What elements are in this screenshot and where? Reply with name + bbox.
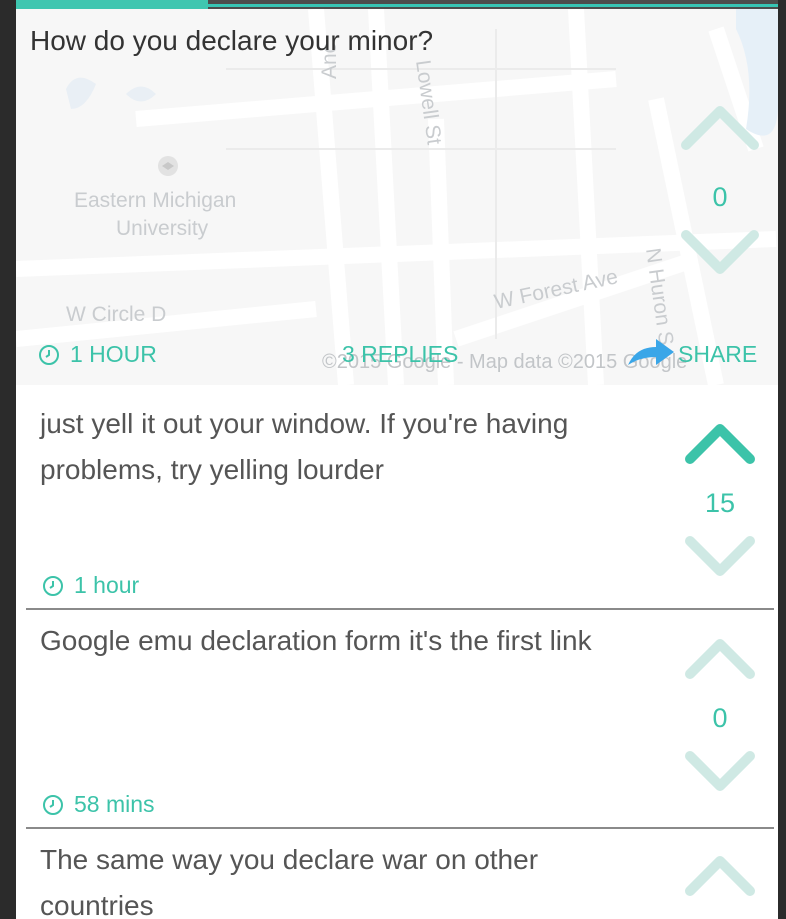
reply-vote-controls: 0 — [680, 636, 760, 797]
reply-item-3[interactable]: The same way you declare war on other co… — [26, 829, 778, 919]
top-bar-accent — [16, 0, 208, 9]
post-time-label: 1 HOUR — [70, 341, 157, 367]
post-vote-count: 0 — [712, 182, 728, 212]
share-arrow-icon — [628, 339, 674, 365]
reply-vote-controls — [680, 853, 760, 902]
reply-vote-controls: 15 — [680, 421, 760, 582]
reply-item-2[interactable]: Google emu declaration form it's the fir… — [26, 610, 778, 828]
upvote-icon[interactable] — [680, 853, 760, 897]
left-edge — [0, 0, 16, 919]
reply-text: just yell it out your window. If you're … — [40, 408, 569, 485]
reply-time: 1 hour — [42, 572, 139, 599]
downvote-icon[interactable] — [680, 227, 760, 277]
top-bar-progress — [208, 4, 778, 7]
reply-vote-count: 15 — [704, 488, 736, 518]
reply-time-label: 58 mins — [74, 791, 155, 817]
downvote-icon[interactable] — [680, 748, 760, 792]
screen: Eastern Michigan University W Circle D W… — [0, 0, 786, 919]
original-post[interactable]: Eastern Michigan University W Circle D W… — [16, 9, 778, 385]
svg-text:University: University — [116, 217, 209, 240]
clock-icon — [43, 575, 63, 596]
upvote-icon[interactable] — [680, 101, 760, 151]
svg-text:Eastern Michigan: Eastern Michigan — [74, 189, 236, 212]
reply-text: The same way you declare war on other co… — [40, 844, 539, 919]
reply-item-1[interactable]: just yell it out your window. If you're … — [26, 385, 778, 609]
share-button[interactable]: SHARE — [626, 339, 757, 369]
clock-icon — [43, 794, 63, 815]
post-text: How do you declare your minor? — [30, 25, 434, 56]
right-edge — [778, 0, 786, 919]
upvote-icon[interactable] — [680, 636, 760, 680]
top-bar — [16, 0, 778, 9]
upvote-icon[interactable] — [680, 421, 760, 465]
university-marker-icon — [158, 156, 178, 176]
reply-time-label: 1 hour — [74, 572, 140, 598]
app-container: Eastern Michigan University W Circle D W… — [16, 0, 778, 919]
replies-count-link[interactable]: 3 REPLIES — [342, 341, 458, 368]
svg-text:W Circle D: W Circle D — [66, 303, 166, 326]
post-time: 1 HOUR — [38, 341, 157, 368]
reply-time: 58 mins — [42, 791, 155, 818]
post-vote-controls: 0 — [680, 101, 760, 291]
reply-text: Google emu declaration form it's the fir… — [40, 625, 592, 656]
downvote-icon[interactable] — [680, 533, 760, 577]
map-background: Eastern Michigan University W Circle D W… — [16, 9, 778, 385]
share-label: SHARE — [678, 340, 758, 367]
clock-icon — [39, 344, 59, 365]
reply-vote-count: 0 — [712, 703, 728, 733]
